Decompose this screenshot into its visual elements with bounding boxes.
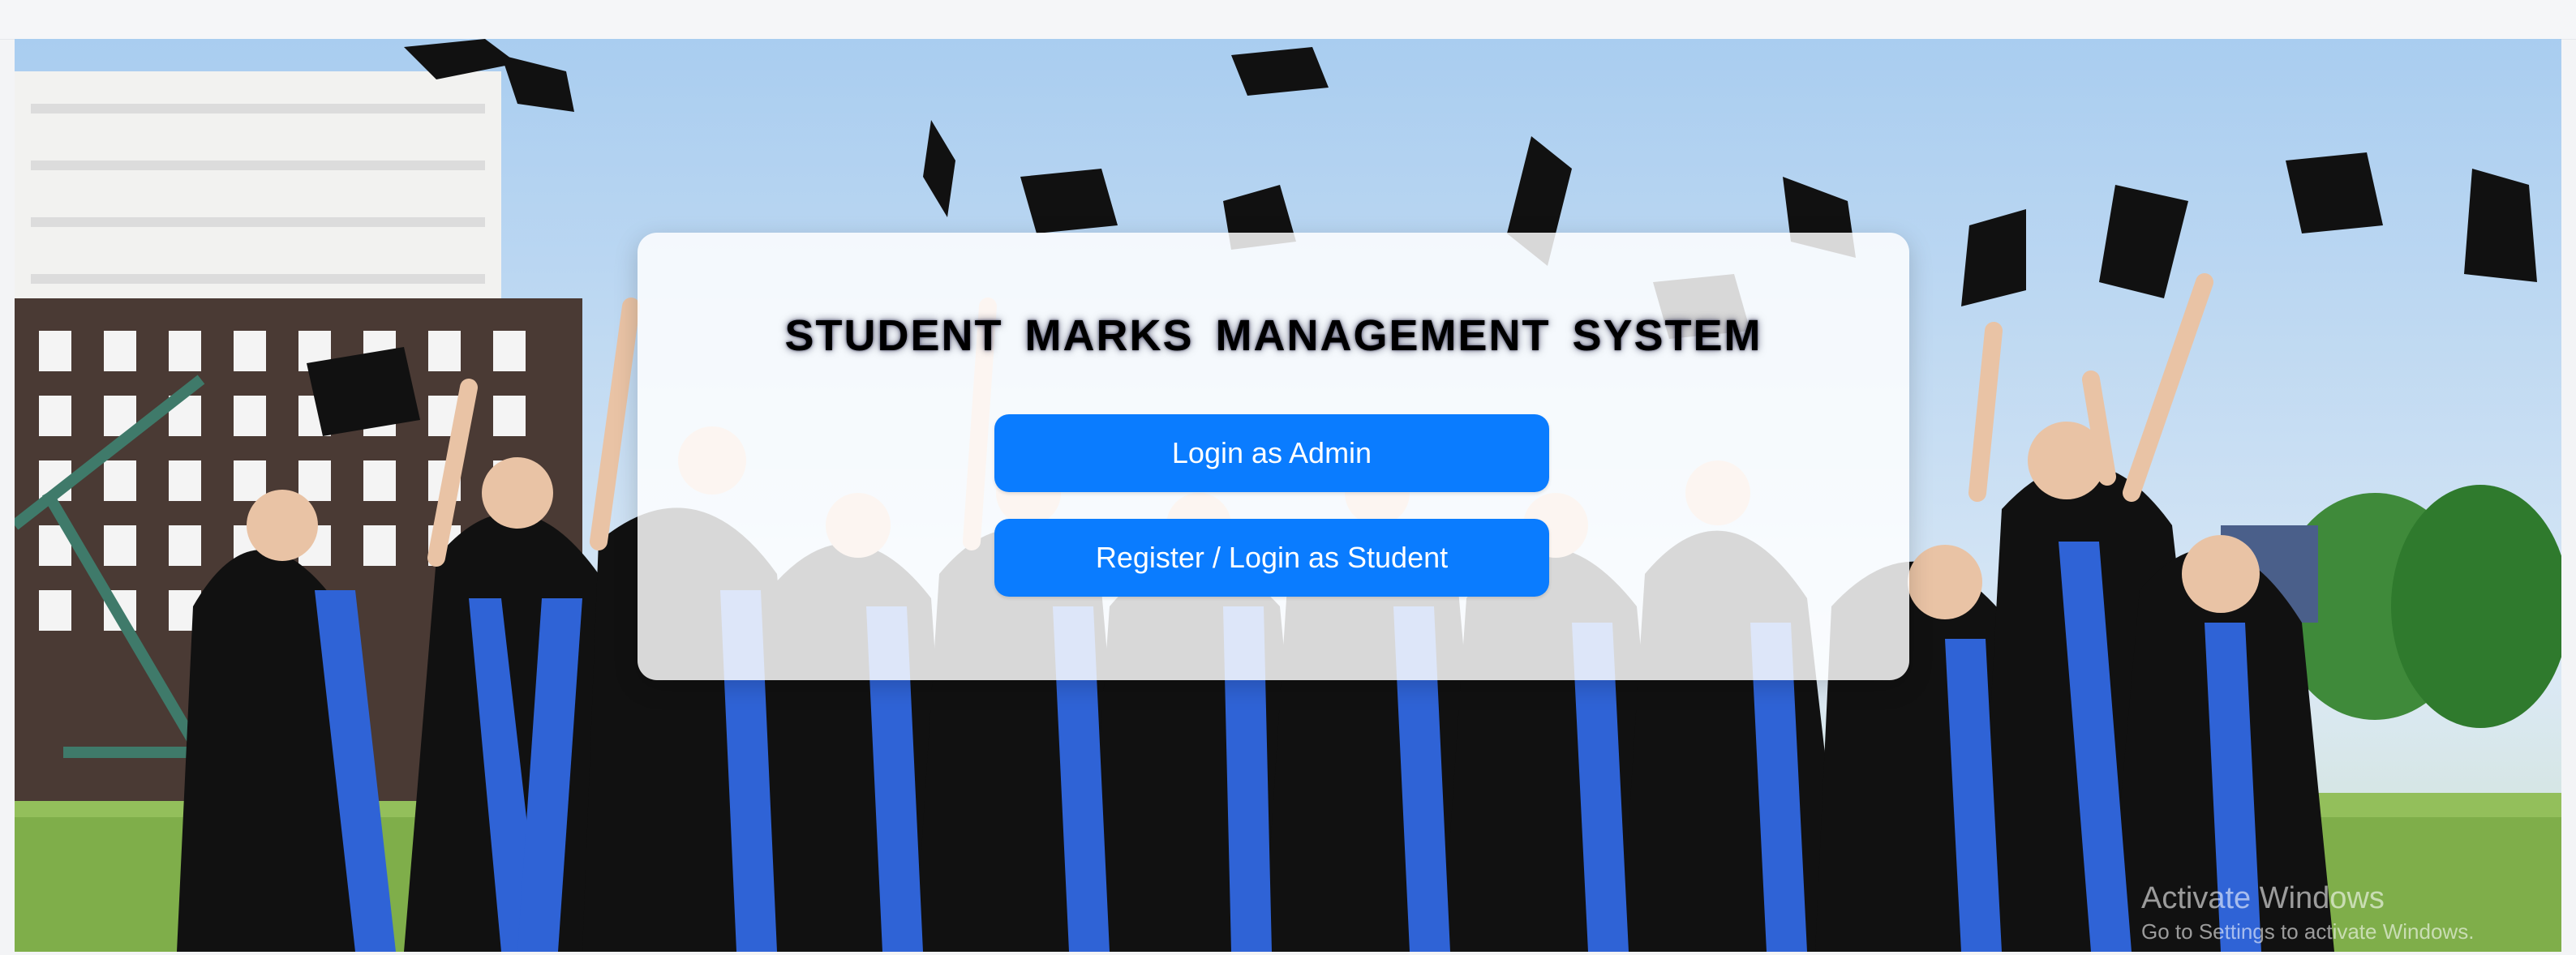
page-title: STUDENT MARKS MANAGEMENT SYSTEM	[784, 311, 1762, 360]
browser-top-strip	[0, 0, 2576, 40]
activate-windows-watermark: Activate Windows Go to Settings to activ…	[2141, 880, 2474, 944]
login-card: STUDENT MARKS MANAGEMENT SYSTEM Login as…	[638, 233, 1909, 680]
register-login-student-button[interactable]: Register / Login as Student	[994, 519, 1549, 597]
watermark-line1: Activate Windows	[2141, 881, 2385, 915]
login-admin-button[interactable]: Login as Admin	[994, 414, 1549, 492]
watermark-line2: Go to Settings to activate Windows.	[2141, 919, 2475, 944]
